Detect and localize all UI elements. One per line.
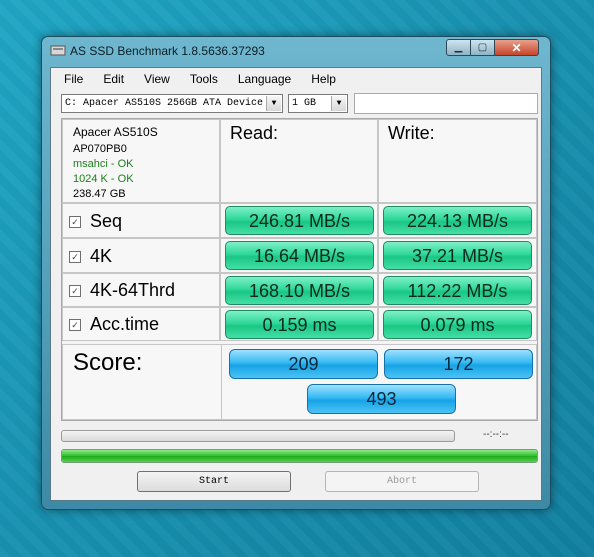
4k-64thrd-label: 4K-64Thrd <box>90 280 176 300</box>
score-read: 209 <box>229 349 378 379</box>
seq-write-cell: 224.13 MB/s <box>378 203 537 238</box>
start-button[interactable]: Start <box>137 471 291 492</box>
acc-time-write-cell: 0.079 ms <box>378 307 537 341</box>
menu-language[interactable]: Language <box>225 70 298 90</box>
4k-write-value: 37.21 MB/s <box>383 241 532 270</box>
test-row-4k: ✓ 4K <box>62 238 220 273</box>
elapsed-time: --:--:-- <box>483 429 509 440</box>
seq-read-cell: 246.81 MB/s <box>220 203 378 238</box>
maximize-button[interactable]: ▢ <box>470 39 495 56</box>
4k-64thrd-write-value: 112.22 MB/s <box>383 276 532 305</box>
device-firmware: AP070PB0 <box>73 143 127 155</box>
acc-time-read-value: 0.159 ms <box>225 310 374 339</box>
write-column-header: Write: <box>378 119 537 203</box>
test-row-acc-time: ✓ Acc.time <box>62 307 220 341</box>
results-panel: Apacer AS510S AP070PB0 msahci - OK 1024 … <box>61 118 538 421</box>
menu-tools[interactable]: Tools <box>177 70 225 90</box>
score-write: 172 <box>384 349 533 379</box>
overall-progress-bar <box>61 449 538 463</box>
device-info: Apacer AS510S AP070PB0 msahci - OK 1024 … <box>62 119 220 203</box>
window-title: AS SSD Benchmark 1.8.5636.37293 <box>70 44 265 58</box>
menu-bar: File Edit View Tools Language Help <box>51 70 343 90</box>
maximize-icon: ▢ <box>477 42 488 53</box>
score-section: Score: 209 172 493 <box>62 344 537 420</box>
seq-read-value: 246.81 MB/s <box>225 206 374 235</box>
4k-read-value: 16.64 MB/s <box>225 241 374 270</box>
acc-time-label: Acc.time <box>90 314 160 334</box>
minimize-icon: ▁ <box>454 42 463 53</box>
4k-label: 4K <box>90 246 113 266</box>
menu-edit[interactable]: Edit <box>90 70 131 90</box>
read-header-label: Read: <box>230 123 279 143</box>
seq-write-value: 224.13 MB/s <box>383 206 532 235</box>
menu-help[interactable]: Help <box>298 70 343 90</box>
chevron-down-icon[interactable]: ▼ <box>331 96 346 111</box>
client-area: File Edit View Tools Language Help C: Ap… <box>50 67 542 501</box>
4k-read-cell: 16.64 MB/s <box>220 238 378 273</box>
test-row-seq: ✓ Seq <box>62 203 220 238</box>
device-capacity: 238.47 GB <box>73 188 126 200</box>
app-icon <box>50 45 66 56</box>
acc-time-read-cell: 0.159 ms <box>220 307 378 341</box>
app-window: AS SSD Benchmark 1.8.5636.37293 ▁ ▢ ✕ Fi… <box>41 36 551 510</box>
acc-time-checkbox[interactable]: ✓ <box>69 318 81 331</box>
test-progress-bar <box>61 430 455 442</box>
acc-time-write-value: 0.079 ms <box>383 310 532 339</box>
test-size-select[interactable]: 1 GB ▼ <box>288 94 348 113</box>
abort-button[interactable]: Abort <box>325 471 479 492</box>
seq-checkbox[interactable]: ✓ <box>69 215 81 228</box>
4k-64thrd-checkbox[interactable]: ✓ <box>69 284 81 297</box>
driver-status: msahci - OK <box>73 158 134 170</box>
drive-select-value: C: Apacer AS510S 256GB ATA Device <box>65 98 264 109</box>
overall-progress-fill <box>62 450 537 462</box>
score-label: Score: <box>73 349 143 376</box>
status-field <box>354 93 538 114</box>
chevron-down-icon[interactable]: ▼ <box>266 96 281 111</box>
test-size-value: 1 GB <box>292 98 317 109</box>
title-bar[interactable]: AS SSD Benchmark 1.8.5636.37293 ▁ ▢ ✕ <box>42 37 550 65</box>
test-row-4k-64thrd: ✓ 4K-64Thrd <box>62 273 220 307</box>
close-icon: ✕ <box>511 40 522 55</box>
seq-label: Seq <box>90 211 123 231</box>
4k-64thrd-write-cell: 112.22 MB/s <box>378 273 537 307</box>
read-column-header: Read: <box>220 119 378 203</box>
minimize-button[interactable]: ▁ <box>446 39 471 56</box>
4k-checkbox[interactable]: ✓ <box>69 250 81 263</box>
device-name: Apacer AS510S <box>73 125 158 139</box>
4k-64thrd-read-value: 168.10 MB/s <box>225 276 374 305</box>
menu-view[interactable]: View <box>131 70 177 90</box>
close-button[interactable]: ✕ <box>494 39 539 56</box>
score-total: 493 <box>307 384 456 414</box>
4k-64thrd-read-cell: 168.10 MB/s <box>220 273 378 307</box>
4k-write-cell: 37.21 MB/s <box>378 238 537 273</box>
menu-file[interactable]: File <box>51 70 90 90</box>
alignment-status: 1024 K - OK <box>73 173 134 185</box>
write-header-label: Write: <box>388 123 435 143</box>
drive-select[interactable]: C: Apacer AS510S 256GB ATA Device ▼ <box>61 94 283 113</box>
